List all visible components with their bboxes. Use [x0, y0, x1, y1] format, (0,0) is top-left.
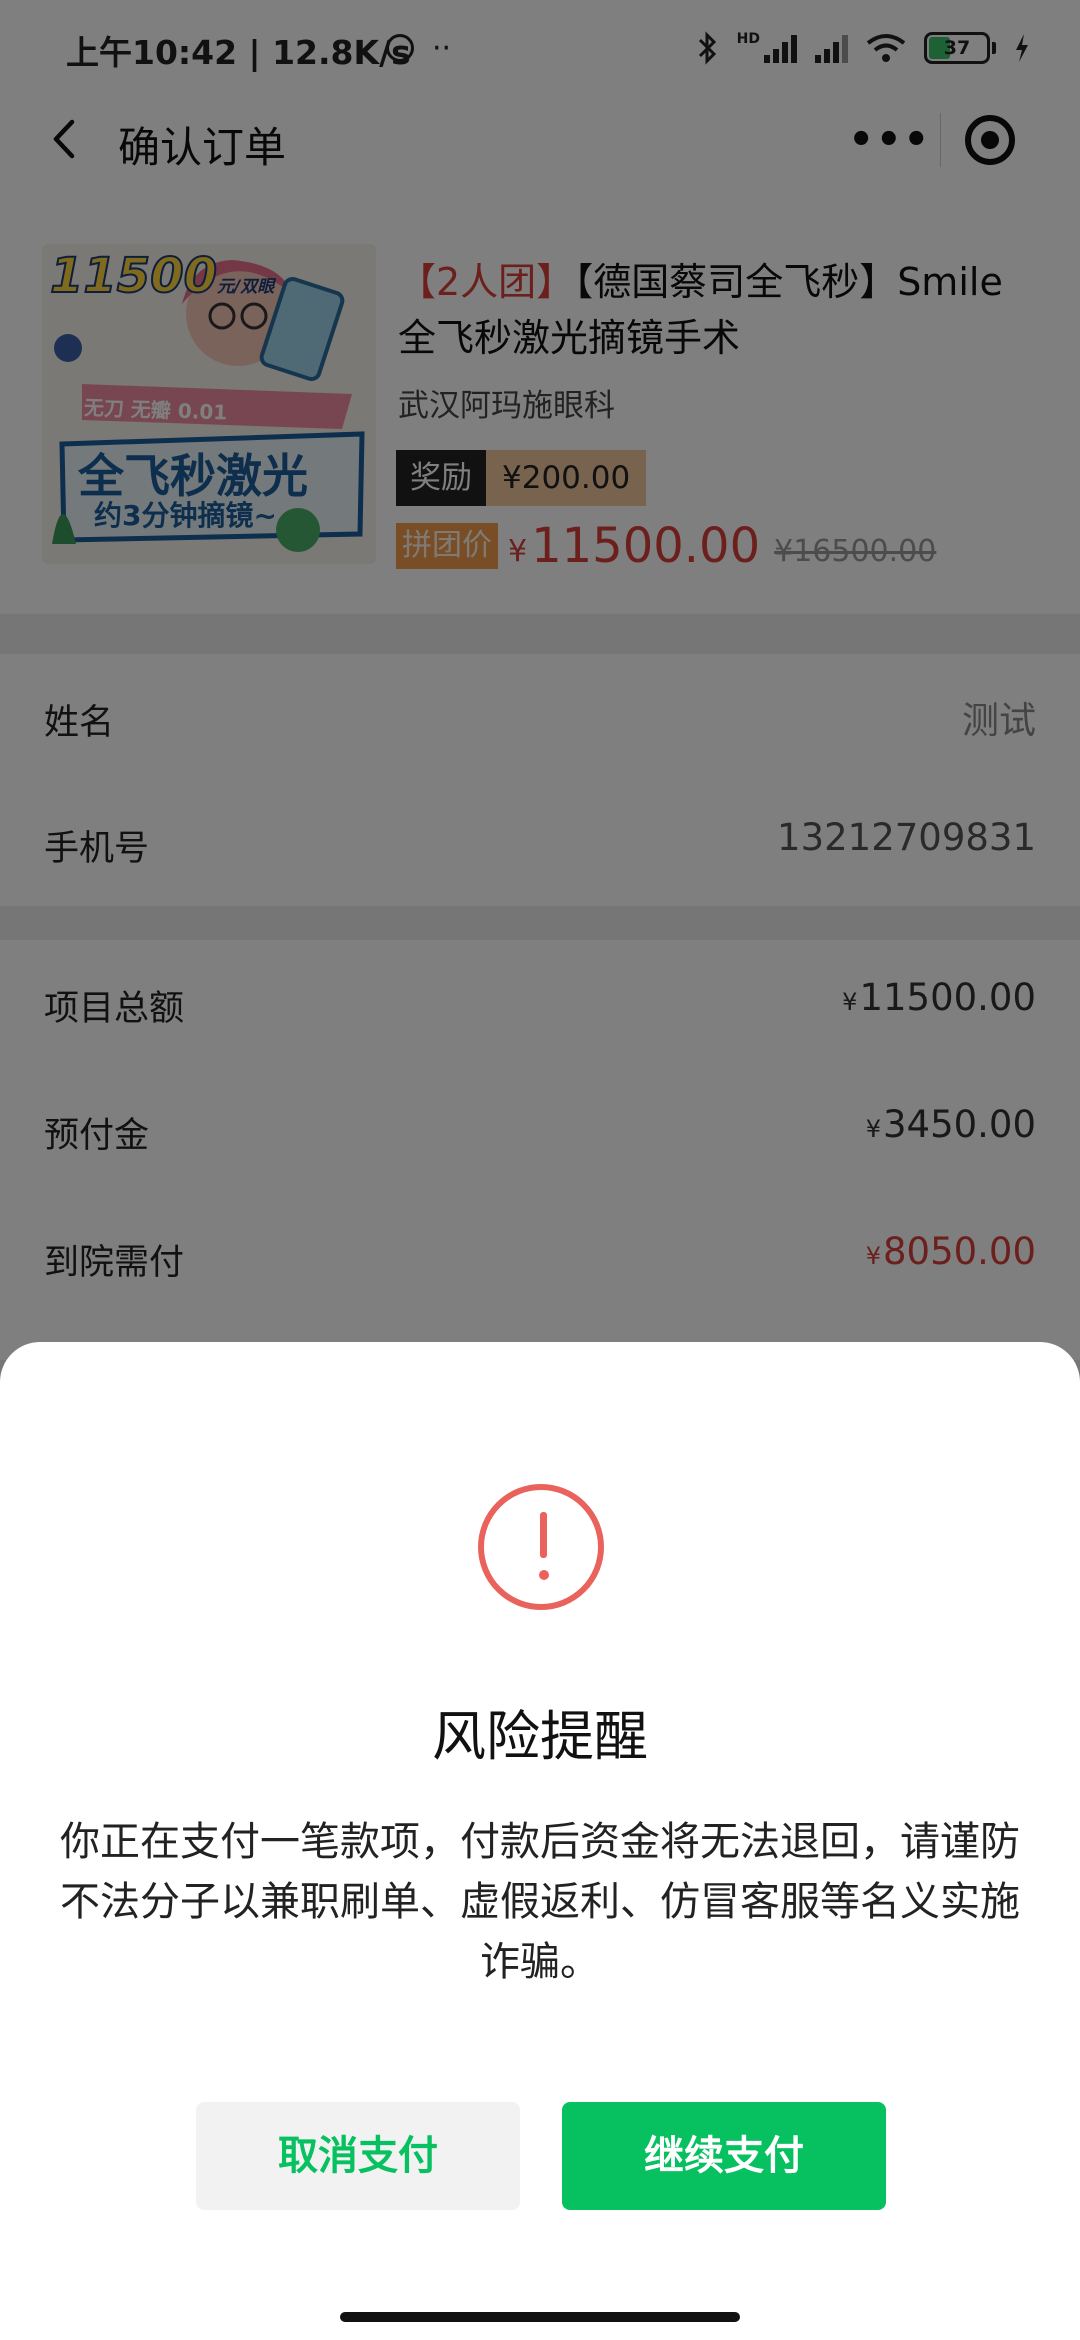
- dialog-title: 风险提醒: [432, 1705, 648, 1768]
- home-indicator[interactable]: [340, 2312, 740, 2322]
- cancel-payment-button[interactable]: 取消支付: [196, 2102, 520, 2210]
- continue-payment-button[interactable]: 继续支付: [562, 2102, 886, 2210]
- risk-warning-sheet: 风险提醒 你正在支付一笔款项，付款后资金将无法退回，请谨防不法分子以兼职刷单、虚…: [0, 1342, 1080, 2340]
- dialog-message: 你正在支付一笔款项，付款后资金将无法退回，请谨防不法分子以兼职刷单、虚假返利、仿…: [60, 1819, 1020, 1985]
- exclamation-circle-icon: [478, 1484, 604, 1610]
